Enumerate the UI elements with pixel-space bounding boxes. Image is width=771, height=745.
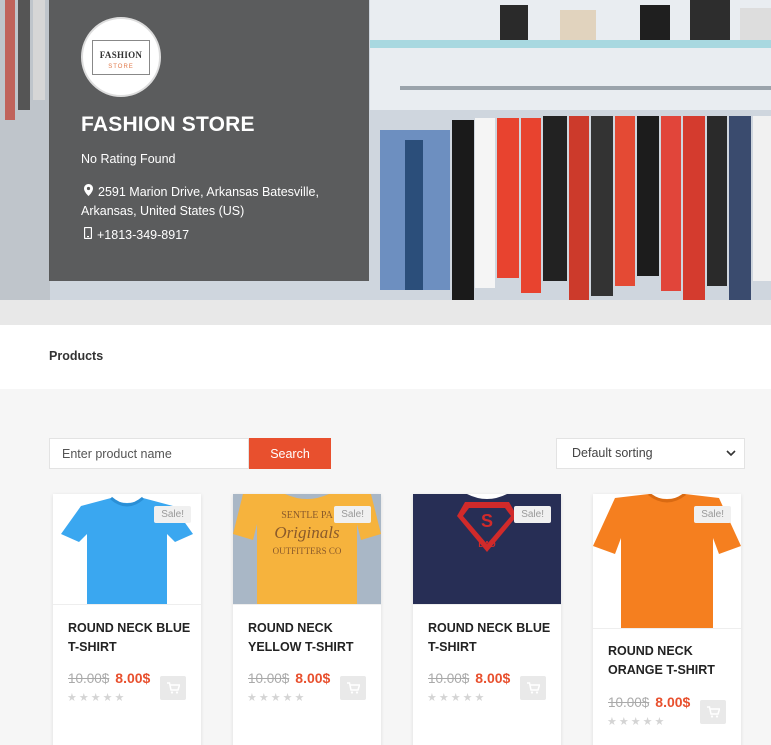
product-title[interactable]: ROUND NECK BLUE T-SHIRT [428, 619, 553, 657]
star-rating: ★★★★★ [67, 692, 127, 704]
store-address: 2591 Marion Drive, Arkansas Batesville, … [81, 183, 351, 221]
store-phone: +1813-349-8917 [81, 226, 189, 242]
svg-text:SENTLE PA: SENTLE PA [281, 510, 333, 521]
store-address-text: 2591 Marion Drive, Arkansas Batesville, … [81, 185, 319, 218]
product-image[interactable]: Sale! [593, 494, 741, 629]
price-row: 10.00$ 8.00$ [68, 670, 150, 686]
product-search-input[interactable] [49, 438, 249, 469]
old-price: 10.00$ [68, 671, 110, 686]
shirt-print-text: DAD [478, 540, 496, 549]
product-image[interactable]: SENTLE PA Originals OUTFITTERS CO Sale! [233, 494, 381, 605]
store-banner: FASHION STORE FASHION STORE No Rating Fo… [0, 0, 771, 325]
star-rating: ★★★★★ [247, 692, 307, 704]
product-card[interactable]: S DAD Sale! ROUND NECK BLUE T-SHIRT 10.0… [413, 494, 561, 745]
add-to-cart-button[interactable] [160, 676, 186, 700]
store-info-card: FASHION STORE FASHION STORE No Rating Fo… [49, 0, 369, 281]
product-image[interactable]: Sale! [53, 494, 201, 605]
sale-badge: Sale! [514, 506, 551, 523]
store-logo: FASHION STORE [81, 17, 161, 97]
product-image[interactable]: S DAD Sale! [413, 494, 561, 605]
store-rating: No Rating Found [81, 152, 176, 166]
add-to-cart-button[interactable] [700, 700, 726, 724]
map-marker-icon [81, 183, 95, 202]
product-title[interactable]: ROUND NECK BLUE T-SHIRT [68, 619, 193, 657]
svg-text:OUTFITTERS CO: OUTFITTERS CO [273, 546, 342, 556]
sale-price: 8.00$ [115, 670, 151, 686]
sort-select[interactable]: Default sorting [556, 438, 745, 469]
product-title[interactable]: ROUND NECK YELLOW T-SHIRT [248, 619, 373, 657]
product-card[interactable]: SENTLE PA Originals OUTFITTERS CO Sale! … [233, 494, 381, 745]
cart-icon [346, 682, 360, 694]
product-card[interactable]: Sale! ROUND NECK ORANGE T-SHIRT 10.00$ 8.… [593, 494, 741, 745]
sale-badge: Sale! [694, 506, 731, 523]
shirt-print-text: Originals [274, 523, 340, 542]
sale-badge: Sale! [334, 506, 371, 523]
store-tabs: Products [0, 325, 771, 389]
store-name: FASHION STORE [81, 113, 255, 136]
sale-price: 8.00$ [655, 694, 691, 710]
price-row: 10.00$ 8.00$ [608, 694, 690, 710]
logo-text: FASHION [99, 49, 143, 60]
store-phone-text[interactable]: +1813-349-8917 [97, 228, 189, 242]
sort-selected-value: Default sorting [572, 446, 653, 460]
sale-price: 8.00$ [295, 670, 331, 686]
sale-badge: Sale! [154, 506, 191, 523]
sale-price: 8.00$ [475, 670, 511, 686]
cart-icon [526, 682, 540, 694]
search-button[interactable]: Search [249, 438, 331, 469]
chevron-down-icon [726, 439, 736, 480]
product-title[interactable]: ROUND NECK ORANGE T-SHIRT [608, 642, 733, 680]
old-price: 10.00$ [428, 671, 470, 686]
star-rating: ★★★★★ [607, 716, 667, 728]
star-rating: ★★★★★ [427, 692, 487, 704]
tab-products[interactable]: Products [49, 349, 103, 363]
price-row: 10.00$ 8.00$ [248, 670, 330, 686]
cart-icon [706, 706, 720, 718]
add-to-cart-button[interactable] [520, 676, 546, 700]
svg-text:S: S [481, 511, 493, 531]
old-price: 10.00$ [608, 695, 650, 710]
add-to-cart-button[interactable] [340, 676, 366, 700]
price-row: 10.00$ 8.00$ [428, 670, 510, 686]
cart-icon [166, 682, 180, 694]
mobile-phone-icon [81, 226, 95, 242]
logo-subtext: STORE [108, 63, 134, 70]
product-card[interactable]: Sale! ROUND NECK BLUE T-SHIRT 10.00$ 8.00… [53, 494, 201, 745]
old-price: 10.00$ [248, 671, 290, 686]
